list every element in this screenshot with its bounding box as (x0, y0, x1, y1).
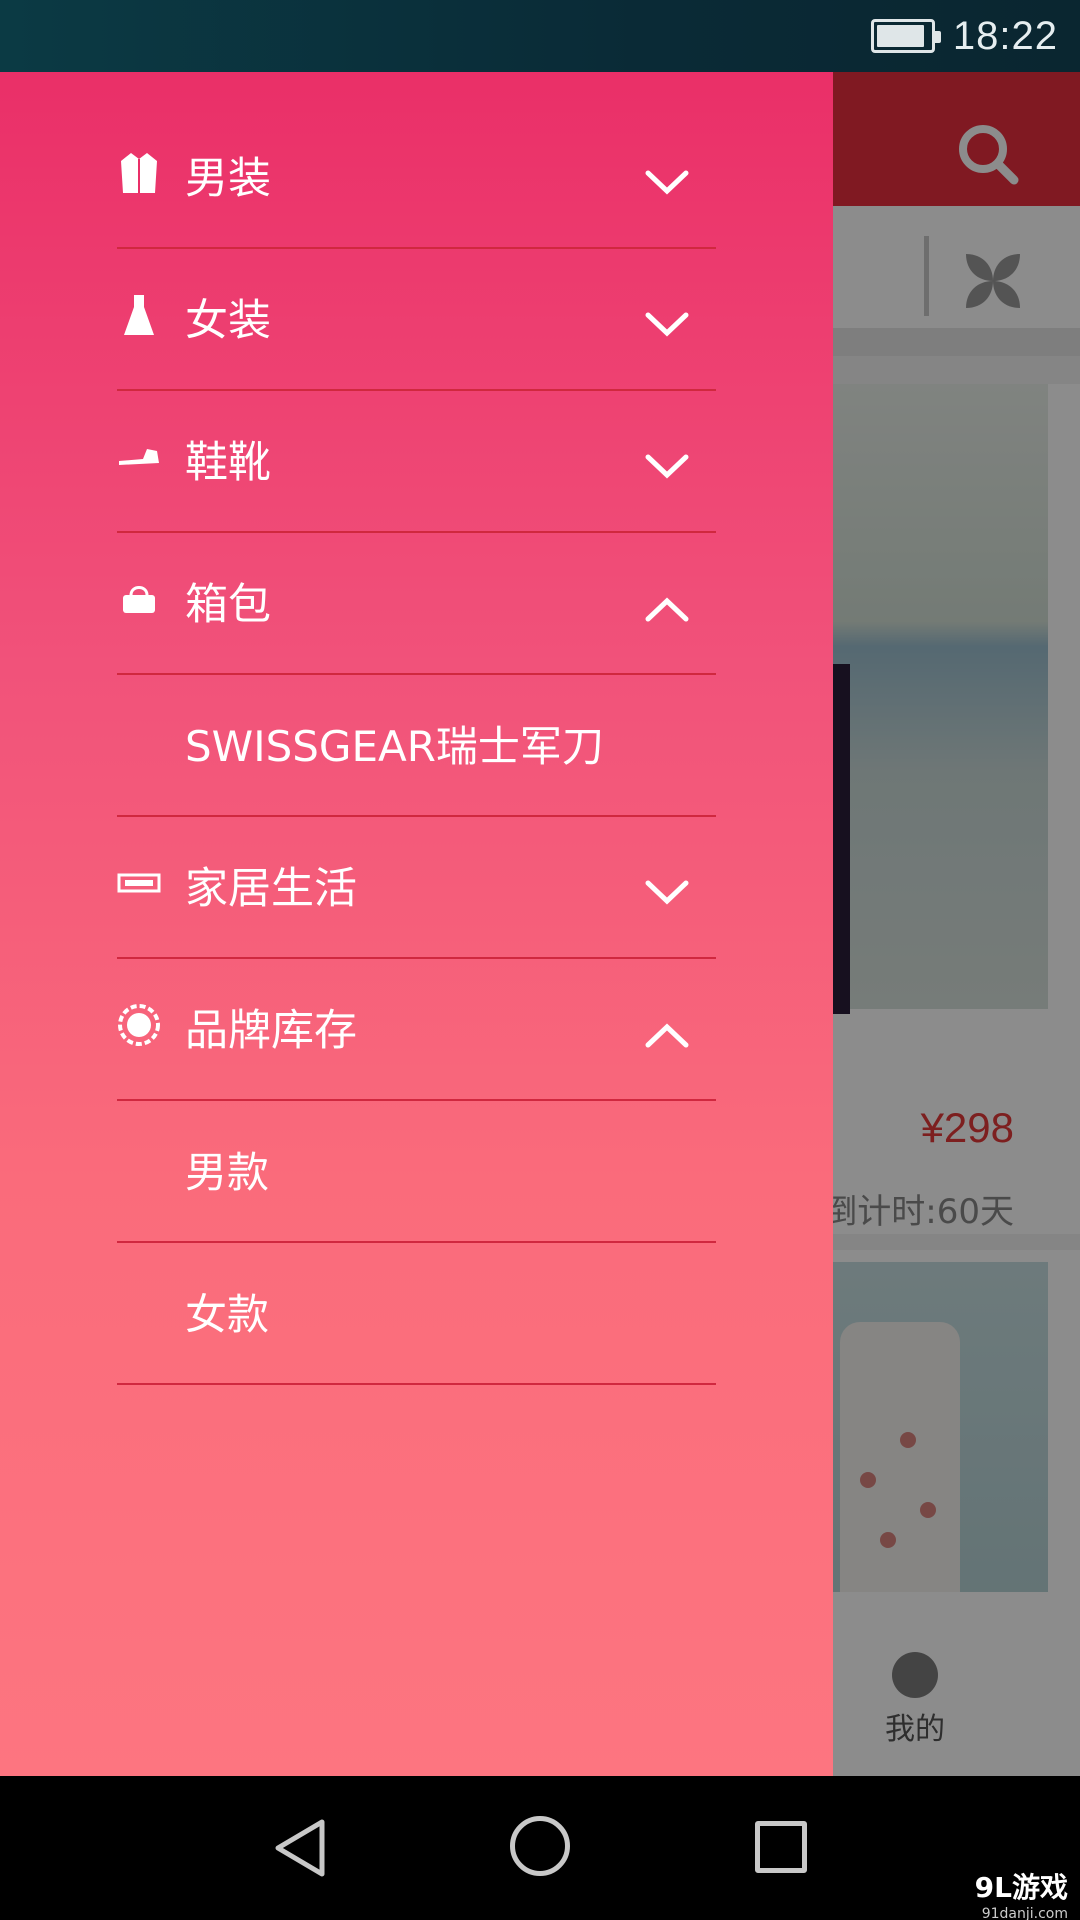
system-nav-bar: 9L游戏 91danji.com (0, 1776, 1080, 1920)
chevron-down-icon[interactable] (644, 311, 690, 339)
watermark: 9L游戏 91danji.com (975, 1866, 1068, 1920)
drawer-subitem-label: 女款 (185, 1290, 270, 1339)
drawer-item-label: 女装 (185, 296, 271, 346)
drawer-item-womenswear[interactable]: 女装 (117, 249, 716, 391)
shoe-icon (117, 435, 161, 479)
drawer-menu: 男装 女装 鞋靴 箱包 SWISSGEAR瑞士军刀 家居生活 品牌库存 男款 女… (117, 107, 716, 1385)
chevron-down-icon[interactable] (644, 169, 690, 197)
bag-icon (117, 577, 161, 621)
drawer-item-brand-stock[interactable]: 品牌库存 (117, 959, 716, 1101)
coat-icon (117, 151, 161, 195)
battery-level (876, 25, 924, 47)
home-goods-icon (117, 861, 161, 905)
drawer-item-home-living[interactable]: 家居生活 (117, 817, 716, 959)
status-time: 18:22 (952, 13, 1058, 58)
drawer-subitem-men[interactable]: 男款 (117, 1101, 716, 1243)
chevron-down-icon[interactable] (644, 879, 690, 907)
home-icon[interactable] (510, 1816, 570, 1876)
drawer-item-label: 品牌库存 (185, 1006, 357, 1056)
dress-icon (117, 293, 161, 337)
drawer-item-bags[interactable]: 箱包 (117, 533, 716, 675)
drawer-item-shoes[interactable]: 鞋靴 (117, 391, 716, 533)
drawer-subitem-women[interactable]: 女款 (117, 1243, 716, 1385)
chevron-down-icon[interactable] (644, 453, 690, 481)
chevron-up-icon[interactable] (644, 595, 690, 623)
drawer-item-label: 男装 (185, 154, 271, 204)
watermark-sub: 91danji.com (981, 1906, 1068, 1920)
drawer-subitem-label: SWISSGEAR瑞士军刀 (185, 722, 604, 771)
watermark-main: 9L游戏 (974, 1871, 1068, 1904)
drawer-item-label: 箱包 (185, 580, 271, 630)
chevron-up-icon[interactable] (644, 1021, 690, 1049)
back-icon[interactable] (272, 1816, 328, 1880)
sale-badge-icon (117, 1003, 161, 1047)
navigation-drawer: 男装 女装 鞋靴 箱包 SWISSGEAR瑞士军刀 家居生活 品牌库存 男款 女… (0, 72, 833, 1776)
status-bar: 18:22 (0, 0, 1080, 72)
drawer-item-label: 家居生活 (185, 864, 357, 914)
battery-icon (870, 19, 941, 53)
screen: 18:22 ¥298 倒计时:60天 我的 男装 女装 鞋靴 箱包 SWISSG… (0, 0, 1080, 1920)
drawer-item-menswear[interactable]: 男装 (117, 107, 716, 249)
drawer-subitem-swissgear[interactable]: SWISSGEAR瑞士军刀 (117, 675, 716, 817)
drawer-subitem-label: 男款 (185, 1148, 270, 1197)
drawer-item-label: 鞋靴 (185, 438, 271, 488)
recent-apps-icon[interactable] (755, 1821, 807, 1873)
